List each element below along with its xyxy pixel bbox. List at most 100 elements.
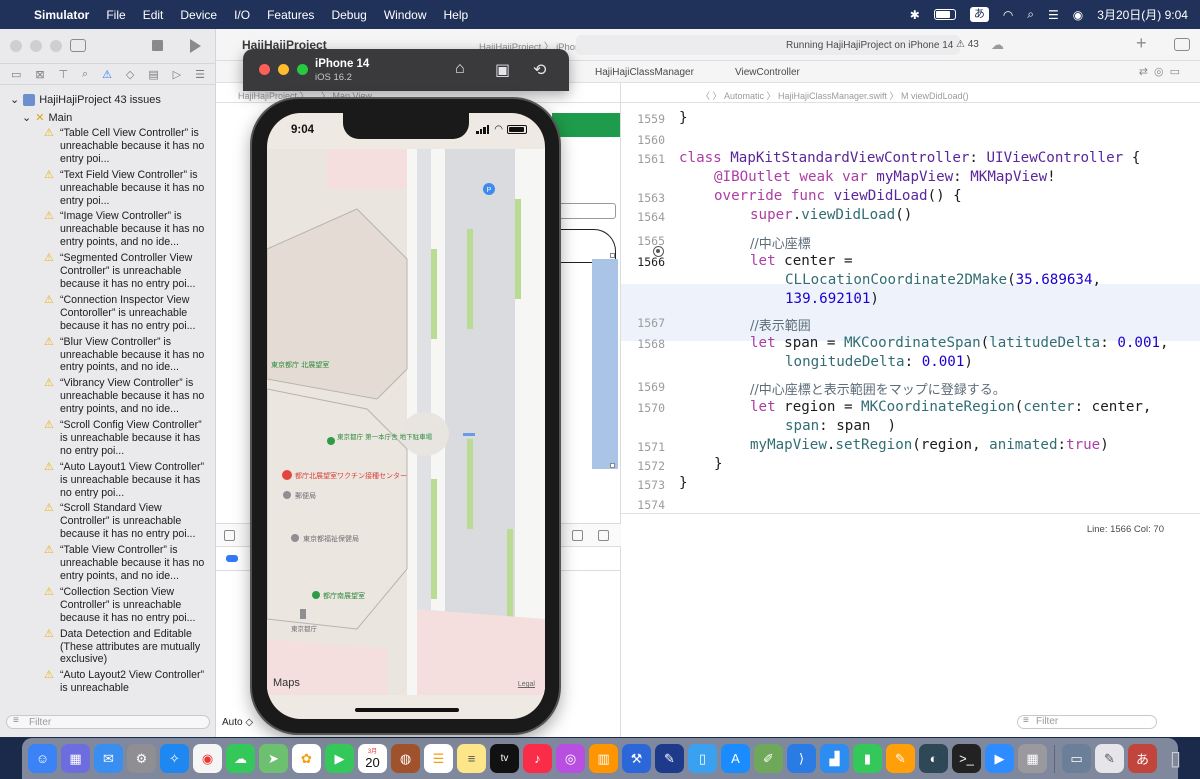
keynote-icon[interactable]: ▟ (820, 744, 849, 773)
code-editor[interactable]: HajiHajiClassManager ViewController ⇄◎▭ … (595, 61, 1200, 737)
menu-app[interactable]: Simulator (34, 8, 89, 22)
document-outline-icon[interactable] (224, 530, 235, 541)
map-label-tocho[interactable]: 東京都庁 (291, 624, 318, 633)
app-store-icon[interactable]: A (721, 744, 750, 773)
console-auto-select[interactable]: Auto ◇ (222, 717, 253, 728)
console-filter-input[interactable]: Filter (1017, 715, 1157, 729)
rotate-icon[interactable]: ⟲ (533, 60, 546, 80)
vscode-icon[interactable]: ⟩ (787, 744, 816, 773)
control-center-icon[interactable]: ☰ (1048, 8, 1059, 22)
zoom-icon[interactable]: ▶ (985, 744, 1014, 773)
issue-row[interactable]: ⚠ “Auto Layout1 View Controller” is unrea… (44, 461, 212, 500)
map-pin-icon[interactable] (327, 437, 335, 445)
disclosure-icon[interactable]: ⌄ (22, 111, 31, 124)
tab-hajihaji-class-manager[interactable]: HajiHajiClassManager (595, 67, 694, 78)
resolve-layout-icon[interactable] (572, 530, 583, 541)
zoom-button[interactable] (50, 40, 62, 52)
map-label-post[interactable]: 郵便局 (295, 491, 316, 500)
resize-handle[interactable] (610, 253, 615, 258)
issue-row[interactable]: ⚠ “Text Field View Controller” is unreach… (44, 169, 212, 208)
chrome-icon[interactable]: ◉ (193, 744, 222, 773)
south-deck-pin-icon[interactable] (312, 591, 320, 599)
contacts-icon[interactable]: ◍ (391, 744, 420, 773)
photos-icon[interactable]: ✿ (292, 744, 321, 773)
issue-row[interactable]: ⚠ “Vibrancy View Controller” is unreachab… (44, 377, 212, 416)
github-desktop-icon[interactable]: ◐ (919, 744, 948, 773)
menu-io[interactable]: I/O (234, 8, 250, 22)
books-icon[interactable]: ▥ (589, 744, 618, 773)
hierarchy-icon[interactable]: ⊤ (58, 68, 68, 81)
menu-edit[interactable]: Edit (143, 8, 164, 22)
map-label-north-deck[interactable]: 東京都庁 北展望室 (271, 360, 329, 369)
safari-icon[interactable]: ✧ (160, 744, 189, 773)
screenshot-icon[interactable]: ▣ (495, 60, 510, 80)
issue-row[interactable]: ⚠ “Blur View Controller” is unreachable b… (44, 336, 212, 375)
music-icon[interactable]: ♪ (523, 744, 552, 773)
post-office-icon[interactable] (283, 491, 291, 499)
navigator-filter-input[interactable]: Filter (6, 715, 210, 729)
embed-icon[interactable] (598, 530, 609, 541)
code-text[interactable]: 1559 1560 1561 1563 1564 1565 1566 1567 … (621, 103, 1200, 513)
siri-icon[interactable]: ◉ (1073, 8, 1083, 22)
vaccine-pin-icon[interactable] (282, 470, 292, 480)
reminders-icon[interactable]: ☰ (424, 744, 453, 773)
tree-main-row[interactable]: ⌄ ✕ Main (22, 111, 72, 125)
legal-link[interactable]: Legal (518, 681, 535, 688)
messages-icon[interactable]: ☁ (226, 744, 255, 773)
notes-icon[interactable]: ≡ (457, 744, 486, 773)
apple-tv-icon[interactable]: tv (490, 744, 519, 773)
calculator-icon[interactable]: ▦ (1018, 744, 1047, 773)
search-icon[interactable]: ⌕ (1027, 7, 1034, 22)
resize-handle[interactable] (610, 463, 615, 468)
menu-window[interactable]: Window (384, 8, 427, 22)
debug-area-toggle-icon[interactable] (226, 555, 238, 562)
home-icon[interactable]: ⌂ (455, 60, 465, 78)
debug-icon[interactable]: ▤ (148, 68, 158, 81)
menu-file[interactable]: File (106, 8, 125, 22)
map-label-vaccine[interactable]: 都庁北展望室ワクチン接種センター (295, 471, 407, 480)
tree-project-row[interactable]: ⌄ HajiHajiProject 43 issues (10, 93, 161, 106)
calendar-icon[interactable]: 3月 20 (358, 744, 387, 773)
textedit-icon[interactable]: ✎ (1095, 744, 1124, 773)
facetime-icon[interactable]: ▶ (325, 744, 354, 773)
city-hall-icon[interactable] (300, 609, 306, 619)
issue-row[interactable]: ⚠ “Scroll Config View Controller” is unre… (44, 419, 212, 458)
issue-row[interactable]: ⚠ “Segmented Controller View Controller” … (44, 252, 212, 291)
mail-icon[interactable]: ✉ (94, 744, 123, 773)
sim-zoom-button[interactable] (297, 64, 308, 75)
trash-icon[interactable]: ▯ (1161, 744, 1190, 773)
stop-button[interactable] (152, 40, 163, 51)
run-button[interactable] (190, 39, 201, 53)
close-button[interactable] (10, 40, 22, 52)
dictionary-icon[interactable]: あ (1128, 744, 1157, 773)
issue-row[interactable]: ⚠ “Table Cell View Controller” is unreach… (44, 127, 212, 166)
menu-features[interactable]: Features (267, 8, 314, 22)
issue-row[interactable]: ⚠ “Auto Layout2 View Controller” is unrea… (44, 669, 212, 695)
cloud-icon[interactable]: ☁ (991, 37, 1004, 53)
sim-minimize-button[interactable] (278, 64, 289, 75)
map-label-welfare[interactable]: 東京都福祉保健局 (303, 534, 359, 543)
issue-row[interactable]: ⚠ Data Detection and Editable (These attr… (44, 628, 212, 667)
grapher-icon[interactable]: ✐ (754, 744, 783, 773)
map-label-first-parking[interactable]: 東京都庁 第一本庁舎 地下駐車場 (337, 432, 433, 441)
menu-help[interactable]: Help (444, 8, 469, 22)
inspector-toggle-icon[interactable] (1174, 38, 1190, 51)
menu-debug[interactable]: Debug (331, 8, 366, 22)
map-label-south-deck[interactable]: 都庁南展望室 (323, 591, 365, 600)
issue-row[interactable]: ⚠ “Table View Controller” is unreachable … (44, 544, 212, 583)
preview-icon[interactable]: ▭ (1062, 744, 1091, 773)
maps-icon[interactable]: ➤ (259, 744, 288, 773)
simulator-titlebar[interactable]: iPhone 14 iOS 16.2 ⌂ ▣ ⟲ (243, 49, 569, 91)
xcode-icon[interactable]: ⚒ (622, 744, 651, 773)
instruments-icon[interactable]: ✎ (655, 744, 684, 773)
disclosure-icon[interactable]: ⌄ (10, 93, 19, 106)
welfare-pin-icon[interactable] (291, 534, 299, 542)
sim-close-button[interactable] (259, 64, 270, 75)
navigator-toggle-icon[interactable] (70, 39, 86, 52)
menu-clock[interactable]: 3月20日(月) 9:04 (1097, 6, 1188, 23)
terminal-icon[interactable]: >_ (952, 744, 981, 773)
issue-row[interactable]: ⚠ “Image View Controller” is unreachable … (44, 210, 212, 249)
tab-view-controller[interactable]: ViewController (735, 67, 800, 78)
editor-jump-bar[interactable]: 〈 〉 Automatic 〉 HajiHajiClassManager.swi… (621, 83, 1200, 103)
breakpoint-icon[interactable]: ▷ (173, 68, 181, 81)
